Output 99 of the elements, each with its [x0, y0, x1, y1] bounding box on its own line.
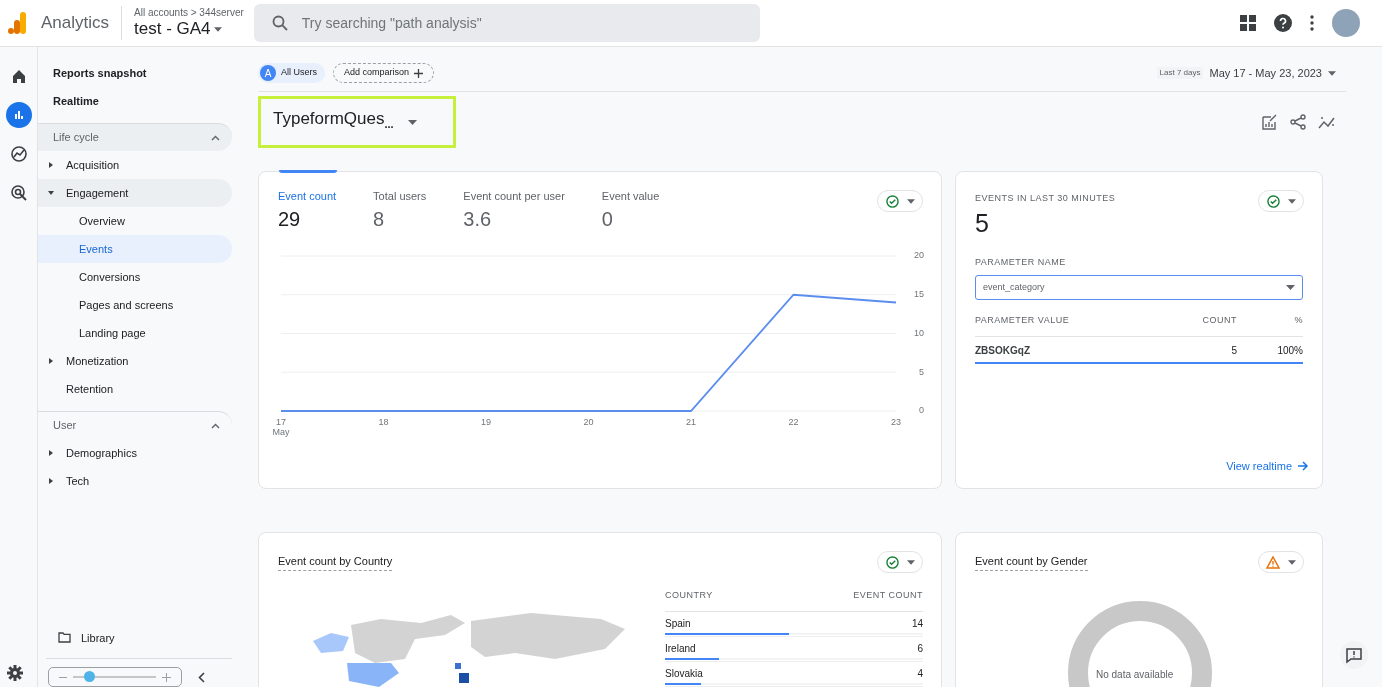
table-cell-text: 14	[911, 617, 923, 631]
axis-label: 10	[914, 327, 924, 338]
table-cell-text: ZBSOKGqZ	[975, 343, 1031, 358]
parameter-dropdown[interactable]: event_category	[975, 275, 1303, 300]
nav-item[interactable]: Realtime	[38, 87, 232, 115]
dropdown-caret-icon	[1286, 285, 1295, 290]
date-range-selector[interactable]: May 17 - May 23, 2023	[1209, 64, 1336, 82]
plus-icon	[414, 68, 424, 78]
date-preset-label: Last 7 days	[1156, 67, 1204, 79]
axis-label: 5	[919, 366, 924, 377]
table-cell-text: Ireland	[665, 642, 697, 656]
card-title: EVENTS IN LAST 30 MINUTES	[975, 192, 1116, 205]
product-name: Analytics	[41, 12, 110, 35]
nav-item[interactable]: Landing page	[38, 319, 232, 347]
table-cell-text: 4	[917, 667, 923, 681]
view-realtime-link[interactable]: View realtime	[1226, 457, 1309, 474]
axis-label: 21	[686, 417, 696, 427]
nav-item[interactable]: Pages and screens	[38, 291, 232, 319]
segment-label: All Users	[281, 66, 317, 80]
folder-icon	[58, 632, 71, 644]
help-icon[interactable]	[1274, 14, 1292, 32]
insights-icon[interactable]	[1318, 115, 1336, 129]
realtime-value: 5	[975, 207, 990, 238]
metric-tab[interactable]: Event value 0	[601, 188, 660, 232]
warning-icon	[1266, 555, 1280, 569]
column-header: %	[1293, 314, 1303, 327]
table-cell-text: 5	[1230, 343, 1237, 358]
nav-item[interactable]: Monetization	[38, 347, 232, 375]
library-link[interactable]: Library	[81, 629, 115, 646]
dropdown-caret-icon	[906, 559, 915, 565]
dropdown-caret-icon	[1328, 70, 1336, 76]
column-header: COUNTRY	[665, 589, 714, 602]
nav-item[interactable]: Demographics	[38, 439, 232, 467]
axis-label: 18	[378, 417, 389, 427]
axis-label: 0	[919, 405, 924, 416]
dropdown-caret-icon	[1288, 559, 1296, 565]
collapse-icon[interactable]	[198, 671, 205, 683]
search-icon	[271, 15, 288, 31]
chevron-icon	[211, 134, 220, 141]
collapsed-triangle-icon	[48, 162, 54, 168]
nav-item[interactable]: Events	[38, 235, 232, 263]
nav-item[interactable]: Tech	[38, 467, 232, 495]
segment-badge: A	[260, 65, 276, 81]
check-circle-icon	[1266, 194, 1280, 208]
collapsed-triangle-icon	[48, 450, 54, 456]
nav-item[interactable]: Retention	[38, 375, 232, 403]
nav-item[interactable]: Acquisition	[38, 151, 232, 179]
collapsed-triangle-icon	[48, 478, 54, 484]
breadcrumb[interactable]: All accounts > 344server	[134, 7, 244, 19]
property-selector[interactable]: test - GA4	[134, 19, 244, 39]
table-cell-text: 100%	[1276, 343, 1303, 358]
segment-chip[interactable]: A All Users	[258, 63, 325, 83]
check-circle-icon	[885, 555, 899, 569]
collapsed-triangle-icon	[48, 358, 54, 364]
metric-tab[interactable]: Event count 29	[278, 188, 337, 232]
axis-label: 20	[583, 417, 594, 427]
metric-tab[interactable]: Total users 8	[373, 188, 427, 232]
apps-grid-icon[interactable]	[1240, 15, 1256, 31]
axis-label: 17 May	[272, 417, 290, 437]
column-header: EVENT COUNT	[853, 589, 923, 602]
axis-label: 20	[914, 250, 924, 261]
edit-report-icon[interactable]	[1262, 114, 1278, 130]
column-header: PARAMETER VALUE	[975, 314, 1071, 327]
share-icon[interactable]	[1290, 114, 1306, 130]
settings-icon[interactable]	[7, 665, 23, 681]
card-title: Event count by Gender	[975, 553, 1088, 571]
check-circle-icon	[885, 194, 899, 208]
avatar[interactable]	[1332, 9, 1360, 37]
axis-label: 15	[914, 289, 924, 300]
feedback-icon[interactable]	[1340, 641, 1368, 669]
axis-label: 22	[788, 417, 799, 427]
dropdown-caret-icon	[213, 26, 222, 32]
nav-item[interactable]: Engagement	[38, 179, 232, 207]
column-header: COUNT	[1201, 314, 1237, 327]
zoom-slider[interactable]	[48, 667, 182, 687]
table-cell-text: Spain	[665, 617, 692, 631]
nav-item[interactable]: Reports snapshot	[38, 59, 232, 87]
analytics-logo-icon	[8, 12, 26, 34]
slider-thumb[interactable]	[84, 671, 96, 682]
search-field[interactable]: Try searching "path analysis"	[253, 4, 760, 42]
table-cell-text: Slovakia	[665, 667, 704, 681]
expanded-triangle-icon	[48, 190, 54, 196]
dropdown-caret-icon	[1287, 198, 1296, 204]
card-title: Event count by Country	[278, 553, 393, 571]
chevron-icon	[211, 422, 220, 429]
nav-item[interactable]: Conversions	[38, 263, 232, 291]
arrow-right-icon	[1298, 460, 1309, 471]
more-options-icon[interactable]	[1310, 15, 1314, 31]
dropdown-caret-icon	[906, 198, 915, 204]
axis-label: 23	[891, 417, 901, 427]
table-cell-text: 6	[917, 642, 923, 656]
section-header[interactable]: User	[38, 411, 232, 439]
dropdown-caret-icon[interactable]	[407, 119, 417, 125]
bar-chart-icon[interactable]	[5, 102, 32, 128]
field-label: PARAMETER NAME	[975, 255, 1067, 269]
metric-tab[interactable]: Event count per user 3.6	[463, 188, 565, 232]
axis-label: 19	[481, 417, 491, 427]
nav-item[interactable]: Overview	[38, 207, 232, 235]
section-header[interactable]: Life cycle	[38, 123, 232, 151]
